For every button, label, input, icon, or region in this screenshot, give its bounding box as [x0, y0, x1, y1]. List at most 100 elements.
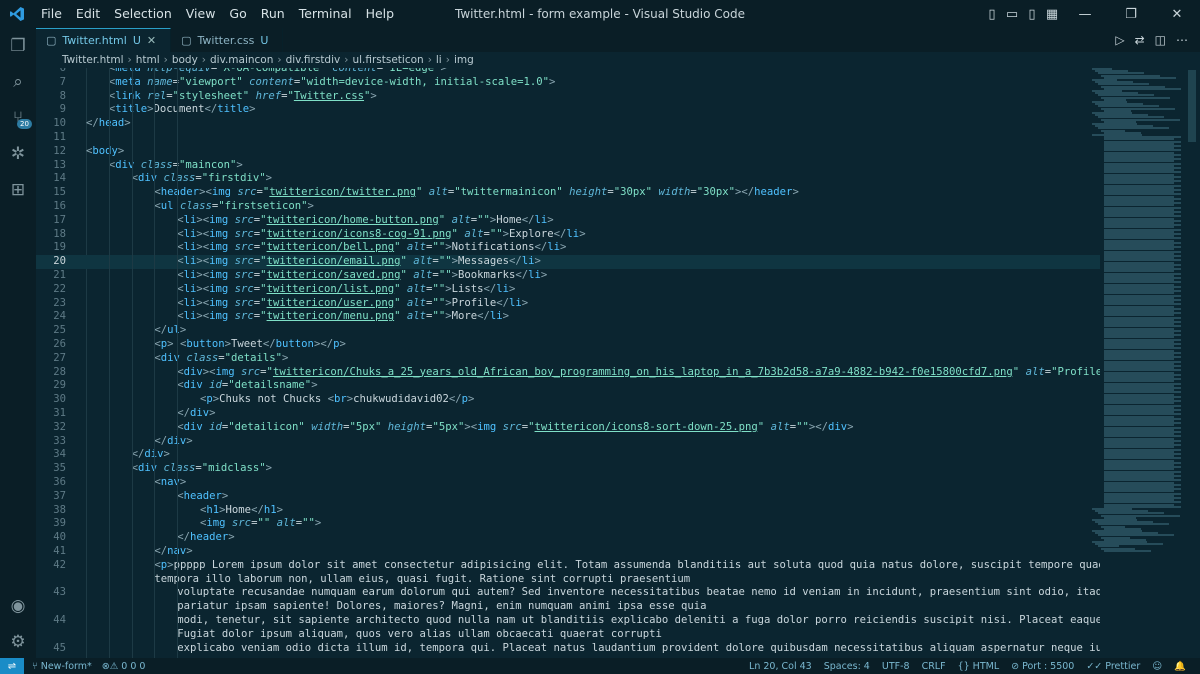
breadcrumb-item[interactable]: div.maincon	[210, 54, 273, 66]
menu-selection[interactable]: Selection	[107, 0, 179, 28]
tab-twitter-html[interactable]: ▢ Twitter.html U ✕	[36, 28, 172, 52]
minimap[interactable]	[1092, 68, 1192, 588]
code-line[interactable]: 44 modi, tenetur, sit sapiente architecto…	[36, 614, 1100, 628]
code-line[interactable]: 9<title>Document</title>	[36, 103, 1100, 117]
line-number: 18	[53, 227, 66, 240]
line-number: 19	[53, 241, 66, 254]
code-line[interactable]: 33 </div>	[36, 435, 1100, 449]
code-line[interactable]: 34 </div>	[36, 448, 1100, 462]
source-control-icon[interactable]: ⑂ 20	[0, 100, 36, 136]
code-line[interactable]: 36 <nav>	[36, 476, 1100, 490]
account-icon[interactable]: ◉	[0, 588, 36, 624]
code-line[interactable]: 14 <div class="firstdiv">	[36, 172, 1100, 186]
code-line[interactable]: 45 explicabo veniam odio dicta illum id, …	[36, 642, 1100, 656]
menu-go[interactable]: Go	[222, 0, 253, 28]
customize-layout-icon[interactable]: ▦	[1042, 0, 1062, 28]
code-line[interactable]: 26 <p> <button>Tweet</button></p>	[36, 338, 1100, 352]
toggle-panel-icon[interactable]: ▭	[1002, 0, 1022, 28]
code-line[interactable]: 20 <li><img src="twittericon/email.png" a…	[36, 255, 1100, 269]
code-line[interactable]: 28 <div><img src="twittericon/Chuks_a_25_…	[36, 366, 1100, 380]
problems-status[interactable]: ⊗⚠ 0 0 0	[102, 661, 146, 672]
code-line[interactable]: 42 <p>ppppp Lorem ipsum dolor sit amet co…	[36, 559, 1100, 573]
code-line[interactable]: 29 <div id="detailsname">	[36, 379, 1100, 393]
code-line[interactable]: 16 <ul class="firstseticon">	[36, 200, 1100, 214]
end-of-line[interactable]: CRLF	[922, 661, 946, 672]
indentation[interactable]: Spaces: 4	[824, 661, 870, 672]
vscode-logo-icon	[0, 0, 34, 28]
code-line[interactable]: 24 <li><img src="twittericon/menu.png" al…	[36, 310, 1100, 324]
menu-run[interactable]: Run	[254, 0, 292, 28]
breadcrumb-item[interactable]: img	[454, 54, 474, 66]
remote-icon[interactable]: ⇌	[0, 658, 24, 674]
code-line[interactable]: 13 <div class="maincon">	[36, 159, 1100, 173]
code-line[interactable]: 35 <div class="midclass">	[36, 462, 1100, 476]
minimize-icon[interactable]: —	[1062, 0, 1108, 28]
code-line[interactable]: 6 <meta http-equiv="X-UA-Compatible" cont…	[36, 68, 1100, 76]
code-line[interactable]: 27 <div class="details">	[36, 352, 1100, 366]
feedback-icon[interactable]: ☺	[1152, 661, 1162, 672]
close-window-icon[interactable]: ✕	[1154, 0, 1200, 28]
restore-icon[interactable]: ❐	[1108, 0, 1154, 28]
code-line[interactable]: 39 <img src="" alt="">	[36, 517, 1100, 531]
code-line[interactable]: 7 <meta name="viewport" content="width=de…	[36, 76, 1100, 90]
code-line[interactable]: 43 voluptate recusandae numquam earum dol…	[36, 586, 1100, 600]
tab-twitter-css[interactable]: ▢ Twitter.css U	[171, 28, 284, 52]
menu-view[interactable]: View	[179, 0, 223, 28]
code-line[interactable]: 37 <header>	[36, 490, 1100, 504]
code-line[interactable]: 38 <h1>Home</h1>	[36, 504, 1100, 518]
code-line[interactable]: 31 </div>	[36, 407, 1100, 421]
menu-help[interactable]: Help	[359, 0, 402, 28]
extensions-icon[interactable]: ⊞	[0, 172, 36, 208]
breadcrumb-item[interactable]: li	[436, 54, 442, 66]
breadcrumb-item[interactable]: body	[172, 54, 198, 66]
cursor-position[interactable]: Ln 20, Col 43	[749, 661, 812, 672]
menu-file[interactable]: File	[34, 0, 69, 28]
split-editor-icon[interactable]: ◫	[1155, 33, 1166, 47]
code-line[interactable]: 23 <li><img src="twittericon/user.png" al…	[36, 297, 1100, 311]
breadcrumb-item[interactable]: html	[136, 54, 160, 66]
code-line[interactable]: 12 <body>	[36, 145, 1100, 159]
code-line[interactable]: 32 <div id="detailicon" width="5px" heigh…	[36, 421, 1100, 435]
code-line[interactable]: 15 <header><img src="twittericon/twitter.…	[36, 186, 1100, 200]
code-line[interactable]: Fugiat dolor ipsum aliquam, quos vero al…	[36, 628, 1100, 642]
editor-scrollbar-thumb[interactable]	[1188, 70, 1196, 142]
breadcrumb-item[interactable]: Twitter.html	[62, 54, 123, 66]
code-line[interactable]: tempora illo laborum non, ullam eius, qu…	[36, 573, 1100, 587]
code-line[interactable]: 17 <li><img src="twittericon/home-button.…	[36, 214, 1100, 228]
toggle-primary-sidebar-icon[interactable]: ▯	[982, 0, 1002, 28]
breadcrumb-item[interactable]: div.firstdiv	[286, 54, 341, 66]
code-editor[interactable]: 6 <meta http-equiv="X-UA-Compatible" cont…	[36, 68, 1100, 658]
menu-edit[interactable]: Edit	[69, 0, 107, 28]
code-line[interactable]: 21 <li><img src="twittericon/saved.png" a…	[36, 269, 1100, 283]
notifications-icon[interactable]: 🔔	[1174, 661, 1186, 672]
language-mode[interactable]: {} HTML	[958, 661, 1000, 672]
code-text: <li><img src="twittericon/bell.png" alt=…	[177, 241, 567, 254]
code-line[interactable]: pariatur ipsam sapiente! Dolores, maiore…	[36, 600, 1100, 614]
live-server-port[interactable]: ⊘ Port : 5500	[1011, 661, 1074, 672]
explorer-icon[interactable]: ❐	[0, 28, 36, 64]
settings-icon[interactable]: ⚙	[0, 624, 36, 660]
tab-status: U	[260, 33, 269, 47]
toggle-secondary-sidebar-icon[interactable]: ▯	[1022, 0, 1042, 28]
run-icon[interactable]: ▷	[1115, 33, 1124, 47]
close-tab-icon[interactable]: ✕	[147, 34, 156, 47]
code-line[interactable]: 22 <li><img src="twittericon/list.png" al…	[36, 283, 1100, 297]
code-line[interactable]: 11	[36, 131, 1100, 145]
code-line[interactable]: 40 </header>	[36, 531, 1100, 545]
code-line[interactable]: 41 </nav>	[36, 545, 1100, 559]
code-line[interactable]: 25 </ul>	[36, 324, 1100, 338]
code-line[interactable]: 30 <p>Chuks not Chucks <br>chukwudidavid0…	[36, 393, 1100, 407]
code-line[interactable]: 8 <link rel="stylesheet" href="Twitter.cs…	[36, 90, 1100, 104]
compare-changes-icon[interactable]: ⇄	[1135, 33, 1145, 47]
code-line[interactable]: 10 </head>	[36, 117, 1100, 131]
code-line[interactable]: 19 <li><img src="twittericon/bell.png" al…	[36, 241, 1100, 255]
debug-icon[interactable]: ✲	[0, 136, 36, 172]
menu-terminal[interactable]: Terminal	[292, 0, 359, 28]
more-actions-icon[interactable]: ⋯	[1176, 33, 1188, 47]
prettier-status[interactable]: ✓✓ Prettier	[1086, 661, 1140, 672]
breadcrumb-item[interactable]: ul.firstseticon	[352, 54, 423, 66]
branch-status[interactable]: ⑂ New-form*	[32, 661, 92, 672]
encoding[interactable]: UTF-8	[882, 661, 910, 672]
search-icon[interactable]: ⌕	[0, 64, 36, 100]
code-line[interactable]: 18 <li><img src="twittericon/icons8-cog-9…	[36, 228, 1100, 242]
